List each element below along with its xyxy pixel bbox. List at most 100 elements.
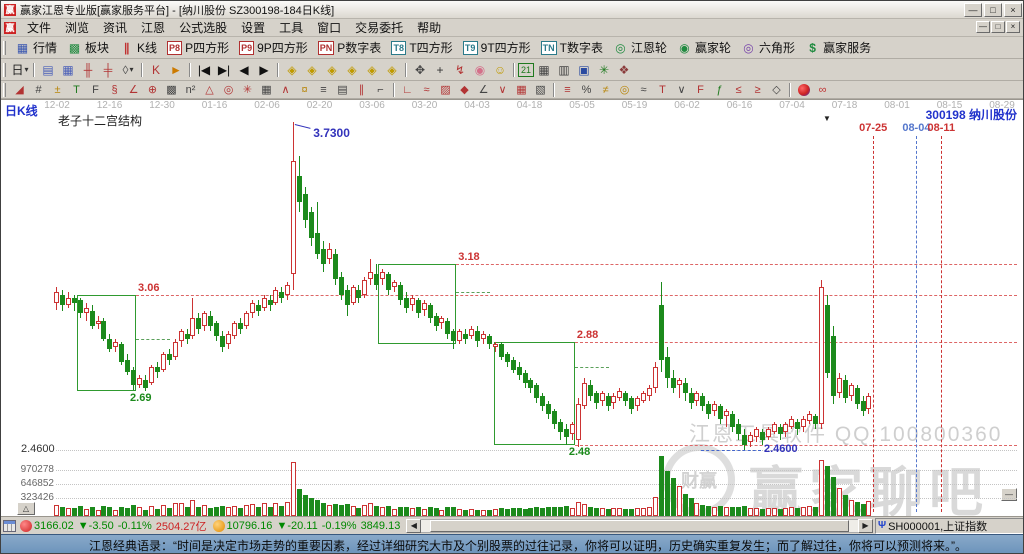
draw-section-tool[interactable]: §: [105, 82, 124, 97]
chart-scrollbar[interactable]: ◀ ▶: [406, 518, 873, 533]
menu-资讯[interactable]: 资讯: [96, 18, 134, 37]
period-day-dropdown[interactable]: 日 ▾: [10, 61, 30, 79]
toolbar-p-square-button[interactable]: P8 P四方形: [162, 38, 234, 57]
draw-peak-tool[interactable]: ∧: [276, 82, 295, 97]
pane-minimize-button[interactable]: —: [1001, 488, 1017, 501]
minimize-button[interactable]: —: [964, 3, 982, 17]
toolbar-winner-service-button[interactable]: $ 赢家服务: [800, 38, 876, 57]
k-overlay-icon[interactable]: K: [146, 61, 166, 79]
draw-triangle-tool[interactable]: △: [200, 82, 219, 97]
toolbar-nine-p-square-button[interactable]: P9 9P四方形: [234, 38, 313, 57]
draw-box-tool[interactable]: ◇: [767, 82, 786, 97]
scrollbar-thumb[interactable]: [430, 519, 850, 532]
draw-function-tool[interactable]: ƒ: [710, 82, 729, 97]
draw-t-tool[interactable]: T: [67, 82, 86, 97]
draw-f-tool[interactable]: F: [86, 82, 105, 97]
lightning-tool[interactable]: ↯: [450, 61, 470, 79]
kline-chart[interactable]: 日K线 老子十二宫结构 300198 纳川股份 ▼ 江恩工具软件 QQ:1008…: [1, 99, 1023, 516]
menu-帮助[interactable]: 帮助: [410, 18, 448, 37]
gann-diamond-tool-4[interactable]: ◈: [342, 61, 362, 79]
save-icon[interactable]: ▣: [574, 61, 594, 79]
draw-right-angle-tool[interactable]: ∟: [398, 82, 417, 97]
calendar-icon[interactable]: 21: [518, 62, 534, 77]
scale-style-dropdown[interactable]: ◊ ▾: [118, 61, 138, 79]
menu-公式选股[interactable]: 公式选股: [172, 18, 234, 37]
infinity-tool[interactable]: ∞: [813, 82, 832, 97]
title-bar[interactable]: 赢 赢家江恩专业版[赢家服务平台] - [纳川股份 SZ300198-184日K…: [1, 1, 1023, 19]
goto-last-button[interactable]: ▶|: [214, 61, 234, 79]
chart-layout-icon[interactable]: ▤: [38, 61, 58, 79]
mdi-minimize-button[interactable]: —: [976, 21, 990, 33]
toolbar-grip[interactable]: [3, 82, 6, 97]
gann-diamond-tool-1[interactable]: ◈: [282, 61, 302, 79]
toolbar-sector-button[interactable]: ▩ 板块: [62, 38, 114, 57]
draw-wave-tool[interactable]: ≈: [417, 82, 436, 97]
draw-trend-tool[interactable]: ◢: [10, 82, 29, 97]
print-icon[interactable]: ❖: [614, 61, 634, 79]
kline-candle-style-icon[interactable]: ╪: [98, 61, 118, 79]
draw-fan-tool[interactable]: ▨: [436, 82, 455, 97]
draw-channel-tool[interactable]: ≠: [596, 82, 615, 97]
draw-grid-tool[interactable]: #: [29, 82, 48, 97]
draw-parallel-tool[interactable]: ∥: [352, 82, 371, 97]
gann-diamond-tool-2[interactable]: ◈: [302, 61, 322, 79]
menu-浏览[interactable]: 浏览: [58, 18, 96, 37]
smiley-icon[interactable]: ☺: [490, 61, 510, 79]
menu-江恩[interactable]: 江恩: [134, 18, 172, 37]
toolbar-kline-button[interactable]: ∥ K线: [114, 38, 162, 57]
draw-matrix-tool[interactable]: ▦: [257, 82, 276, 97]
gann-ball-tool[interactable]: [794, 82, 813, 97]
kline-bar-style-icon[interactable]: ╫: [78, 61, 98, 79]
scroll-right-button[interactable]: ▶: [254, 61, 274, 79]
toolbar-hexagon-button[interactable]: ◎ 六角形: [736, 38, 800, 57]
crosshair-tool[interactable]: +: [430, 61, 450, 79]
draw-valley-tool[interactable]: ∨: [493, 82, 512, 97]
draw-levels-tool[interactable]: ≡: [314, 82, 333, 97]
toolbar-t-square-button[interactable]: T8 T四方形: [386, 38, 457, 57]
goto-first-button[interactable]: |◀: [194, 61, 214, 79]
chart-grid-icon[interactable]: ▦: [58, 61, 78, 79]
menu-文件[interactable]: 文件: [20, 18, 58, 37]
draw-resistance-tool[interactable]: ≥: [748, 82, 767, 97]
scrollbar-track[interactable]: [421, 518, 858, 533]
gann-diamond-tool-5[interactable]: ◈: [362, 61, 382, 79]
mdi-restore-button[interactable]: □: [991, 21, 1005, 33]
draw-valley2-tool[interactable]: ∨: [672, 82, 691, 97]
menu-交易委托[interactable]: 交易委托: [348, 18, 410, 37]
toolbar-t-number-table-button[interactable]: TN T数字表: [536, 38, 608, 57]
scroll-left-button[interactable]: ◀: [234, 61, 254, 79]
draw-time-tool[interactable]: T: [653, 82, 672, 97]
toolbar-p-number-table-button[interactable]: PN P数字表: [313, 38, 387, 57]
draw-square-number-tool[interactable]: n²: [181, 82, 200, 97]
draw-rows-tool[interactable]: ▤: [333, 82, 352, 97]
calculator-icon[interactable]: ▦: [534, 61, 554, 79]
toolbar-quote-button[interactable]: ▦ 行情: [10, 38, 62, 57]
draw-diamond-tool[interactable]: ◆: [455, 82, 474, 97]
draw-angle2-tool[interactable]: ∠: [474, 82, 493, 97]
toolbar-grip[interactable]: [3, 62, 6, 77]
close-button[interactable]: ×: [1004, 3, 1022, 17]
toolbar-gann-wheel-button[interactable]: ◎ 江恩轮: [608, 38, 672, 57]
draw-gann-grid-tool[interactable]: ▦: [512, 82, 531, 97]
toolbar-nine-t-square-button[interactable]: T9 9T四方形: [458, 38, 536, 57]
maximize-button[interactable]: □: [984, 3, 1002, 17]
draw-plusminus-tool[interactable]: ±: [48, 82, 67, 97]
menu-窗口[interactable]: 窗口: [310, 18, 348, 37]
draw-corner-tool[interactable]: ⌐: [371, 82, 390, 97]
draw-percent-tool[interactable]: %: [577, 82, 596, 97]
draw-circle-cross-tool[interactable]: ⊕: [143, 82, 162, 97]
draw-shade-tool[interactable]: ▧: [531, 82, 550, 97]
menu-设置[interactable]: 设置: [234, 18, 272, 37]
mdi-close-button[interactable]: ×: [1006, 21, 1020, 33]
draw-angle-tool[interactable]: ∠: [124, 82, 143, 97]
toolbar-grip[interactable]: [3, 40, 6, 55]
pig-mascot-icon[interactable]: ◉: [470, 61, 490, 79]
gann-diamond-tool-3[interactable]: ◈: [322, 61, 342, 79]
scrollbar-right-button[interactable]: ▶: [858, 518, 873, 533]
trend-flag-icon[interactable]: ►: [166, 61, 186, 79]
draw-support-tool[interactable]: ≤: [729, 82, 748, 97]
draw-wave2-tool[interactable]: ≈: [634, 82, 653, 97]
draw-star-tool[interactable]: ✳: [238, 82, 257, 97]
draw-hatch-tool[interactable]: ▩: [162, 82, 181, 97]
pan-hand-tool[interactable]: ✥: [410, 61, 430, 79]
